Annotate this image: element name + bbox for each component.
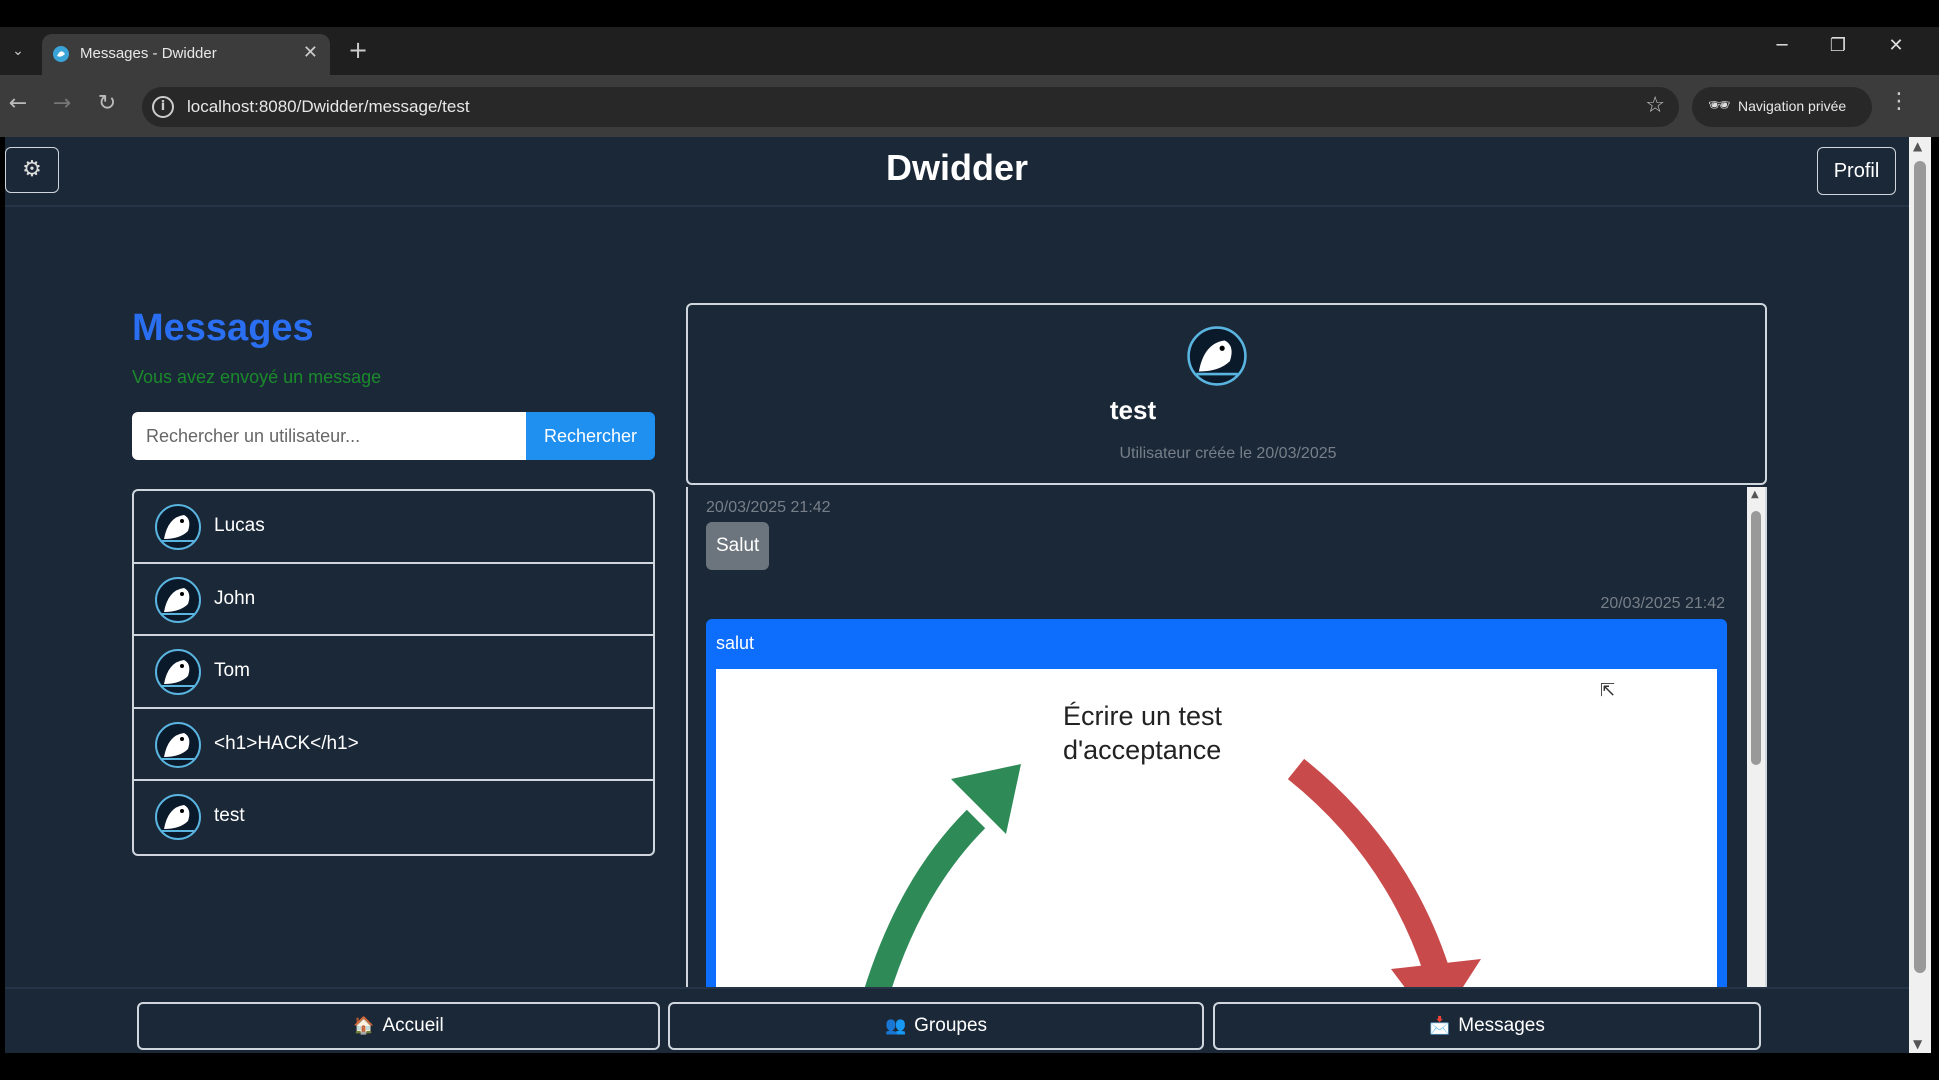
forward-icon[interactable]: →: [47, 91, 77, 116]
scroll-up-icon[interactable]: ▲: [1913, 139, 1922, 153]
bottom-navigation: 🏠 Accueil 👥 Groupes 📩 Messages: [5, 987, 1909, 1053]
address-bar[interactable]: i localhost:8080/Dwidder/message/test ☆: [142, 87, 1679, 127]
nav-home-button[interactable]: 🏠 Accueil: [137, 1002, 660, 1050]
nav-groups-button[interactable]: 👥 Groupes: [668, 1002, 1204, 1050]
people-icon: 👥: [884, 1016, 907, 1035]
user-name: Lucas: [214, 515, 265, 536]
brand-title: Dwidder: [885, 147, 1028, 188]
message-timestamp: 20/03/2025 21:42: [1600, 595, 1725, 612]
url-text: localhost:8080/Dwidder/message/test: [187, 97, 470, 116]
scroll-up-icon[interactable]: ▲: [1751, 489, 1759, 500]
user-list-item[interactable]: test: [134, 781, 653, 854]
incognito-icon: 🕶: [1708, 95, 1731, 116]
profile-button[interactable]: Profil: [1817, 147, 1896, 195]
user-list-item[interactable]: Lucas: [134, 491, 653, 564]
user-list-item[interactable]: Tom: [134, 636, 653, 709]
dwidder-favicon-icon: [53, 46, 69, 62]
page-scrollbar[interactable]: ▲ ▼: [1909, 137, 1931, 1053]
site-info-icon[interactable]: i: [152, 96, 174, 118]
avatar-bird-icon: [155, 649, 201, 695]
envelope-icon: 📩: [1429, 1016, 1451, 1035]
search-button[interactable]: Rechercher: [526, 412, 655, 460]
tab-list-chevron-icon[interactable]: ⌄: [6, 39, 30, 63]
conversation-profile-card: test Utilisateur créée le 20/03/2025: [686, 303, 1767, 485]
avatar-bird-icon: [1187, 326, 1247, 386]
user-created-date: Utilisateur créée le 20/03/2025: [1119, 445, 1337, 462]
thread-scrollbar[interactable]: ▲ ▼: [1747, 487, 1765, 1053]
user-name: test: [214, 805, 245, 826]
nav-messages-label: Messages: [1458, 1015, 1545, 1036]
user-list: Lucas John Tom <h1>HACK</h1> test: [132, 489, 655, 856]
tab-close-icon[interactable]: ✕: [303, 42, 318, 63]
house-icon: 🏠: [353, 1016, 375, 1035]
nav-groups-label: Groupes: [914, 1015, 988, 1036]
browser-menu-icon[interactable]: ⋮: [1888, 89, 1910, 114]
message-timestamp: 20/03/2025 21:42: [706, 499, 831, 516]
user-name: Tom: [214, 660, 250, 681]
browser-toolbar: ← → ↻ i localhost:8080/Dwidder/message/t…: [0, 75, 1939, 137]
user-list-item[interactable]: <h1>HACK</h1>: [134, 709, 653, 781]
nav-messages-button[interactable]: 📩 Messages: [1213, 1002, 1761, 1050]
flash-success-message: Vous avez envoyé un message: [132, 367, 382, 387]
scroll-down-icon[interactable]: ▼: [1913, 1037, 1922, 1051]
browser-tab-title: Messages - Dwidder: [80, 45, 217, 62]
page-viewport: ⚙ Dwidder Profil Messages Vous avez envo…: [5, 137, 1909, 1053]
thread-scroll-thumb[interactable]: [1751, 511, 1761, 765]
avatar-bird-icon: [155, 504, 201, 550]
reload-icon[interactable]: ↻: [92, 91, 122, 116]
avatar-bird-icon: [155, 794, 201, 840]
browser-tabstrip: ⌄ Messages - Dwidder ✕ + ─ ❐ ✕: [0, 27, 1939, 75]
new-tab-icon[interactable]: +: [348, 36, 368, 64]
window-close-icon[interactable]: ✕: [1876, 35, 1916, 56]
minimize-icon[interactable]: ─: [1762, 35, 1802, 56]
messages-heading: Messages: [132, 307, 314, 349]
page-scroll-thumb[interactable]: [1914, 161, 1926, 973]
message-thread[interactable]: 20/03/2025 21:42 Salut 20/03/2025 21:42 …: [686, 487, 1767, 1053]
app-header: ⚙ Dwidder Profil: [5, 137, 1909, 207]
mouse-cursor-icon: ⇱: [1600, 680, 1616, 701]
received-message-bubble: Salut: [706, 522, 770, 570]
back-icon[interactable]: ←: [3, 91, 33, 116]
restore-icon[interactable]: ❐: [1818, 35, 1858, 56]
user-name: John: [214, 587, 256, 609]
bookmark-star-icon[interactable]: ☆: [1645, 93, 1665, 118]
user-search-input[interactable]: [132, 412, 526, 460]
conversation-username: test: [1109, 395, 1157, 425]
private-browsing-label: Navigation privée: [1738, 98, 1847, 114]
private-browsing-badge[interactable]: 🕶 Navigation privée: [1692, 87, 1872, 127]
sent-message-text: salut: [716, 633, 755, 653]
user-list-item[interactable]: John: [134, 564, 653, 636]
browser-tab-active[interactable]: Messages - Dwidder ✕: [42, 34, 330, 75]
user-name: <h1>HACK</h1>: [214, 732, 359, 754]
nav-home-label: Accueil: [382, 1015, 444, 1036]
avatar-bird-icon: [155, 576, 201, 623]
avatar-bird-icon: [155, 721, 201, 768]
